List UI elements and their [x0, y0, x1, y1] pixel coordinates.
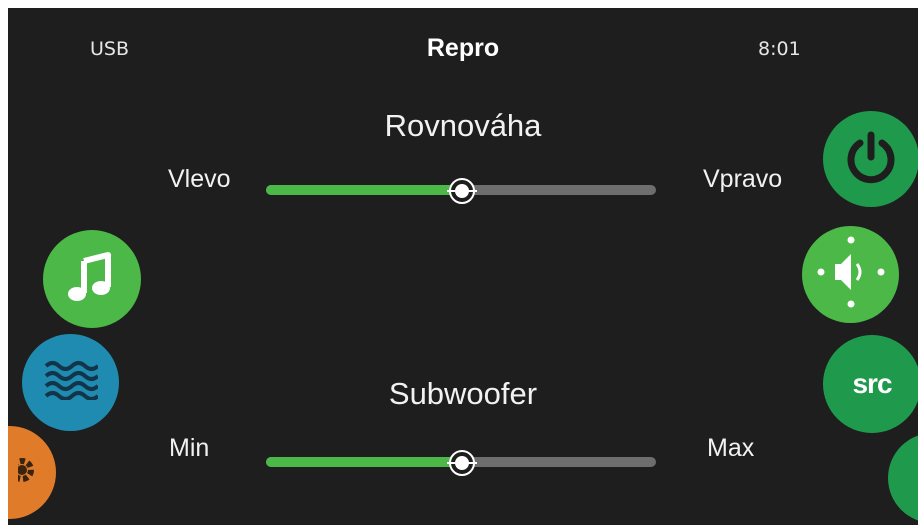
subwoofer-slider-fill	[266, 457, 461, 467]
more-button[interactable]	[888, 433, 918, 523]
subwoofer-title: Subwoofer	[388, 376, 538, 411]
screen: USB Repro 8:01 Rovnováha Vlevo Vpravo Su…	[8, 8, 918, 525]
subwoofer-min-label: Min	[169, 434, 210, 462]
balance-slider-fill	[266, 185, 461, 195]
waves-button[interactable]	[22, 334, 119, 431]
subwoofer-slider-handle[interactable]	[447, 450, 477, 476]
music-note-icon	[64, 249, 120, 310]
speaker-balance-button[interactable]	[802, 226, 899, 323]
src-icon: src	[852, 368, 892, 399]
balance-left-label: Vlevo	[168, 165, 231, 193]
music-button[interactable]	[43, 230, 141, 328]
balance-title: Rovnováha	[384, 108, 542, 143]
subwoofer-max-label: Max	[707, 434, 755, 462]
balance-right-label: Vpravo	[703, 165, 783, 193]
speaker-balance-icon	[811, 232, 891, 317]
balance-slider-handle[interactable]	[447, 178, 477, 204]
balance-slider[interactable]	[266, 178, 656, 204]
power-button[interactable]	[823, 111, 918, 207]
source-button[interactable]: src	[823, 335, 918, 433]
gear-icon	[9, 455, 42, 490]
waves-icon	[44, 360, 99, 405]
settings-button[interactable]	[8, 426, 56, 519]
subwoofer-slider[interactable]	[266, 450, 656, 476]
clock: 8:01	[758, 38, 801, 60]
power-icon	[843, 129, 899, 190]
